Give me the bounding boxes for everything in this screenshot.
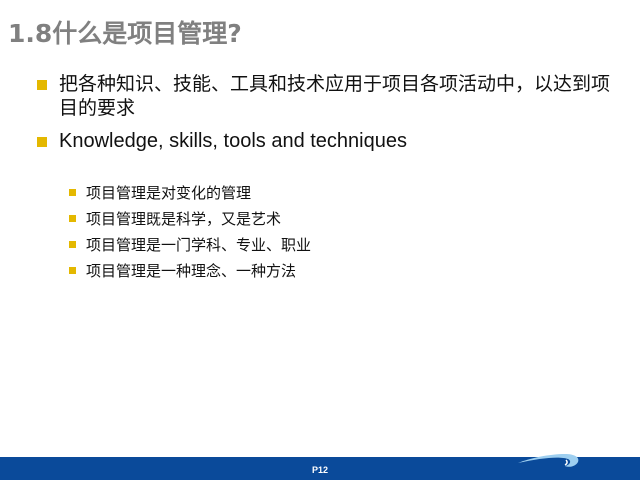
page-number: P12	[311, 465, 328, 475]
sub-bullet-text: 项目管理是对变化的管理	[86, 184, 252, 202]
main-bullet-list: 把各种知识、技能、工具和技术应用于项目各项活动中，以达到项目的要求 Knowle…	[37, 72, 627, 162]
slide-title: 1.8什么是项目管理?	[8, 19, 242, 48]
sub-bullet-list: 项目管理是对变化的管理 项目管理既是科学，又是艺术 项目管理是一门学科、专业、职…	[69, 183, 609, 287]
square-bullet-icon	[37, 137, 47, 147]
bullet-item: 把各种知识、技能、工具和技术应用于项目各项活动中，以达到项目的要求	[37, 72, 627, 120]
sub-bullet-text: 项目管理是一种理念、一种方法	[86, 262, 297, 280]
square-bullet-icon	[37, 80, 47, 90]
sub-bullet-item: 项目管理既是科学，又是艺术	[69, 209, 609, 229]
square-bullet-icon	[69, 189, 76, 196]
square-bullet-icon	[69, 267, 76, 274]
sub-bullet-text: 项目管理是一门学科、专业、职业	[86, 236, 312, 254]
sub-bullet-text: 项目管理既是科学，又是艺术	[86, 210, 282, 228]
square-bullet-icon	[69, 215, 76, 222]
bullet-text: 把各种知识、技能、工具和技术应用于项目各项活动中，以达到项目的要求	[59, 73, 611, 119]
bullet-item: Knowledge, skills, tools and techniques	[37, 129, 627, 153]
bullet-text: Knowledge, skills, tools and techniques	[59, 130, 407, 152]
square-bullet-icon	[69, 241, 76, 248]
sub-bullet-item: 项目管理是一门学科、专业、职业	[69, 235, 609, 255]
sub-bullet-item: 项目管理是一种理念、一种方法	[69, 261, 609, 281]
sub-bullet-item: 项目管理是对变化的管理	[69, 183, 609, 203]
